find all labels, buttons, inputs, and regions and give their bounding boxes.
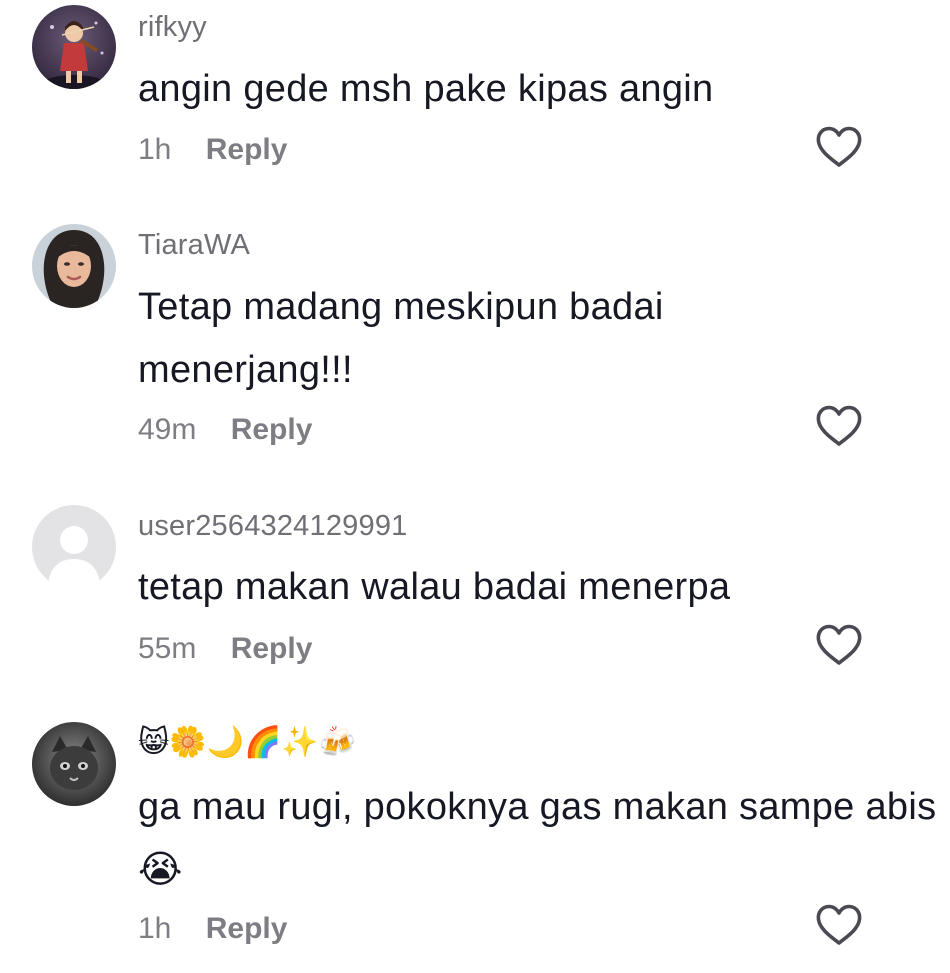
like-button[interactable] <box>814 622 864 668</box>
avatar-default-user-image <box>32 505 116 589</box>
like-button[interactable] <box>814 124 864 170</box>
user-avatar[interactable] <box>32 5 116 89</box>
comment-meta: 1h Reply <box>138 912 287 946</box>
comment-text: ga mau rugi, pokoknya gas makan sampe ab… <box>138 786 937 891</box>
comment-username[interactable]: 😸🌼🌙🌈✨🍻 <box>138 723 356 763</box>
comment-username[interactable]: TiaraWA <box>138 229 250 262</box>
heart-outline-icon <box>816 126 862 167</box>
comment-time: 49m <box>138 413 197 446</box>
comment-meta: 55m Reply <box>138 632 312 666</box>
reply-button[interactable]: Reply <box>231 413 313 447</box>
comment-username[interactable]: user2564324129991 <box>138 510 407 543</box>
like-button[interactable] <box>814 403 864 449</box>
comment-text: tetap makan walau badai menerpa <box>138 566 731 608</box>
avatar-violinist-image <box>32 5 116 89</box>
comment-time: 1h <box>138 912 172 945</box>
avatar-dark-cat-image <box>32 722 116 806</box>
user-avatar[interactable] <box>32 505 116 589</box>
comment-time: 1h <box>138 133 172 166</box>
comment-text: angin gede msh pake kipas angin <box>138 68 714 110</box>
avatar-hijab-woman-image <box>32 224 116 308</box>
heart-outline-icon <box>816 405 862 446</box>
comment-text: Tetap madang meskipun badai menerjang!!! <box>138 286 664 391</box>
user-avatar[interactable] <box>32 224 116 308</box>
like-button[interactable] <box>814 902 864 948</box>
reply-button[interactable]: Reply <box>206 133 288 167</box>
comment-meta: 1h Reply <box>138 133 287 167</box>
heart-outline-icon <box>816 904 862 945</box>
comment-time: 55m <box>138 632 197 665</box>
reply-button[interactable]: Reply <box>206 912 288 946</box>
heart-outline-icon <box>816 624 862 665</box>
comment-username[interactable]: rifkyy <box>138 11 207 44</box>
comment-meta: 49m Reply <box>138 413 312 447</box>
reply-button[interactable]: Reply <box>231 632 313 666</box>
user-avatar[interactable] <box>32 722 116 806</box>
